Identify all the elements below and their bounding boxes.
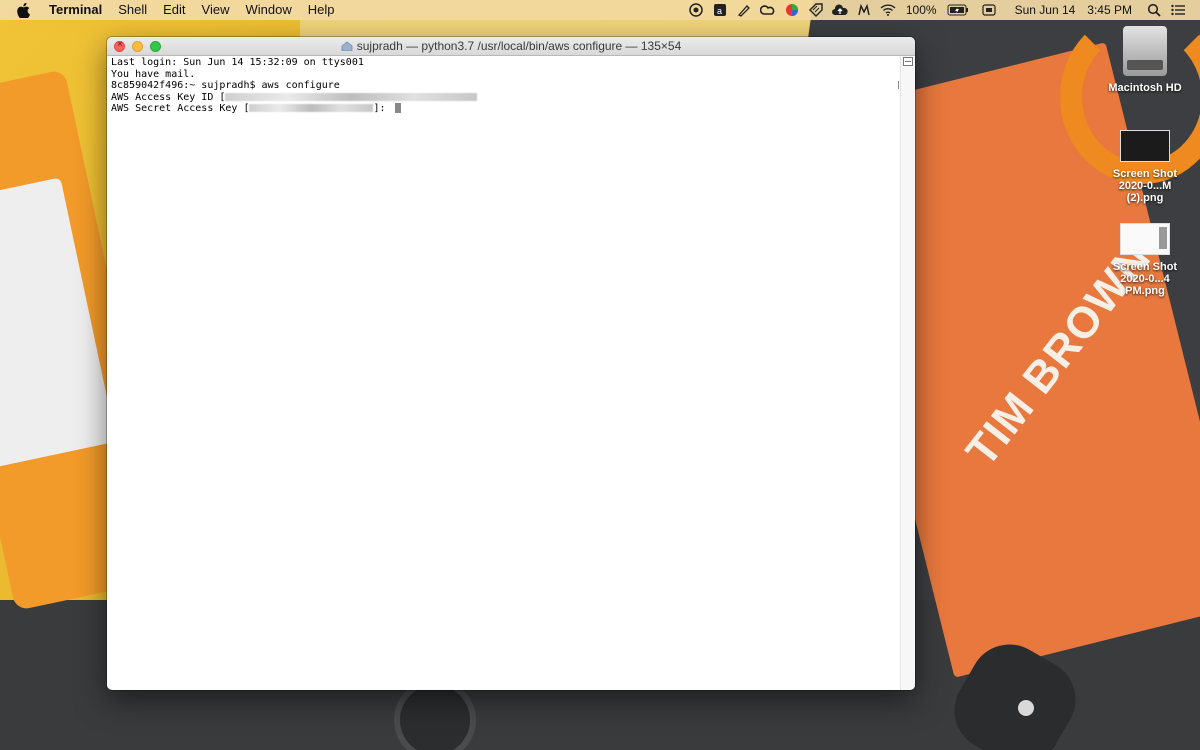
amazon-icon[interactable]: a [712, 3, 728, 17]
status-area: a 100% Sun Jun 14 3:45 PM [684, 0, 1200, 20]
dropbox-like-icon[interactable] [688, 3, 704, 17]
desktop-icon-screenshot-2[interactable]: Screen Shot 2020-0...4 PM.png [1090, 223, 1200, 297]
terminal-output[interactable]: Last login: Sun Jun 14 15:32:09 on ttys0… [111, 57, 899, 690]
close-button[interactable] [114, 39, 125, 52]
desktop-icon-label: Screen Shot 2020-0...M (2).png [1112, 168, 1178, 204]
m-app-icon[interactable] [856, 3, 872, 17]
creative-cloud-icon[interactable] [759, 3, 776, 17]
svg-text:a: a [717, 6, 722, 16]
text-cursor [394, 103, 401, 114]
search-icon[interactable] [1146, 3, 1162, 17]
terminal-window: sujpradh — python3.7 /usr/local/bin/aws … [107, 37, 915, 690]
home-folder-icon [341, 38, 353, 52]
desktop-icon-label: Macintosh HD [1108, 82, 1182, 94]
mail-line: You have mail. [111, 68, 196, 80]
menu-bar: Terminal Shell Edit View Window Help a 1… [0, 0, 1200, 20]
secret-key-line: AWS Secret Access Key []: [111, 103, 899, 115]
maximize-button[interactable] [150, 40, 161, 52]
desktop-icon-macintosh-hd[interactable]: Macintosh HD [1090, 26, 1200, 94]
tags-icon[interactable] [808, 3, 824, 17]
vertical-scrollbar[interactable] [900, 56, 915, 690]
access-key-label: AWS Access Key ID [ [111, 91, 226, 103]
last-login-line: Last login: Sun Jun 14 15:32:09 on ttys0… [111, 57, 364, 68]
redacted-secret-key [249, 104, 374, 113]
wifi-icon[interactable] [880, 3, 896, 17]
window-title-container: sujpradh — python3.7 /usr/local/bin/aws … [107, 37, 915, 55]
redacted-access-key [225, 92, 478, 101]
notification-center-icon[interactable] [1170, 3, 1186, 17]
hard-drive-icon [1123, 26, 1167, 76]
line-marker [898, 81, 899, 89]
menu-app-terminal[interactable]: Terminal [45, 0, 110, 20]
wallpaper-shape [1018, 700, 1034, 716]
menubar-date[interactable]: Sun Jun 14 [1015, 3, 1076, 17]
battery-icon[interactable] [947, 3, 969, 17]
cloud-upload-icon[interactable] [831, 3, 848, 17]
minimize-button[interactable] [132, 40, 143, 52]
window-controls [114, 39, 168, 52]
window-title: sujpradh — python3.7 /usr/local/bin/aws … [356, 39, 682, 53]
access-key-line: AWS Access Key ID [ [111, 92, 899, 104]
menubar-time[interactable]: 3:45 PM [1087, 3, 1132, 17]
secret-key-suffix: ]: [373, 103, 392, 115]
split-pane-icon[interactable] [903, 57, 913, 66]
image-file-icon [1120, 223, 1170, 255]
menu-window[interactable]: Window [238, 0, 300, 20]
menu-help[interactable]: Help [300, 0, 343, 20]
window-titlebar[interactable]: sujpradh — python3.7 /usr/local/bin/aws … [107, 37, 915, 56]
menu-edit[interactable]: Edit [155, 0, 193, 20]
wallpaper-shape [400, 685, 470, 750]
prompt-line: 8c859042f496:~ sujpradh$ aws configure [111, 80, 340, 92]
secret-key-label: AWS Secret Access Key [ [111, 103, 250, 115]
desktop-icon-screenshot-1[interactable]: Screen Shot 2020-0...M (2).png [1090, 130, 1200, 204]
terminal-body[interactable]: Last login: Sun Jun 14 15:32:09 on ttys0… [107, 56, 915, 690]
desktop-icon-label: Screen Shot 2020-0...4 PM.png [1112, 261, 1178, 297]
menu-view[interactable]: View [194, 0, 238, 20]
pen-icon[interactable] [736, 3, 752, 17]
color-wheel-icon[interactable] [784, 3, 800, 17]
battery-percent: 100% [905, 3, 937, 17]
image-file-icon [1120, 130, 1170, 162]
menu-shell[interactable]: Shell [110, 0, 155, 20]
keyboard-icon[interactable] [981, 3, 997, 17]
apple-icon[interactable] [17, 2, 33, 18]
